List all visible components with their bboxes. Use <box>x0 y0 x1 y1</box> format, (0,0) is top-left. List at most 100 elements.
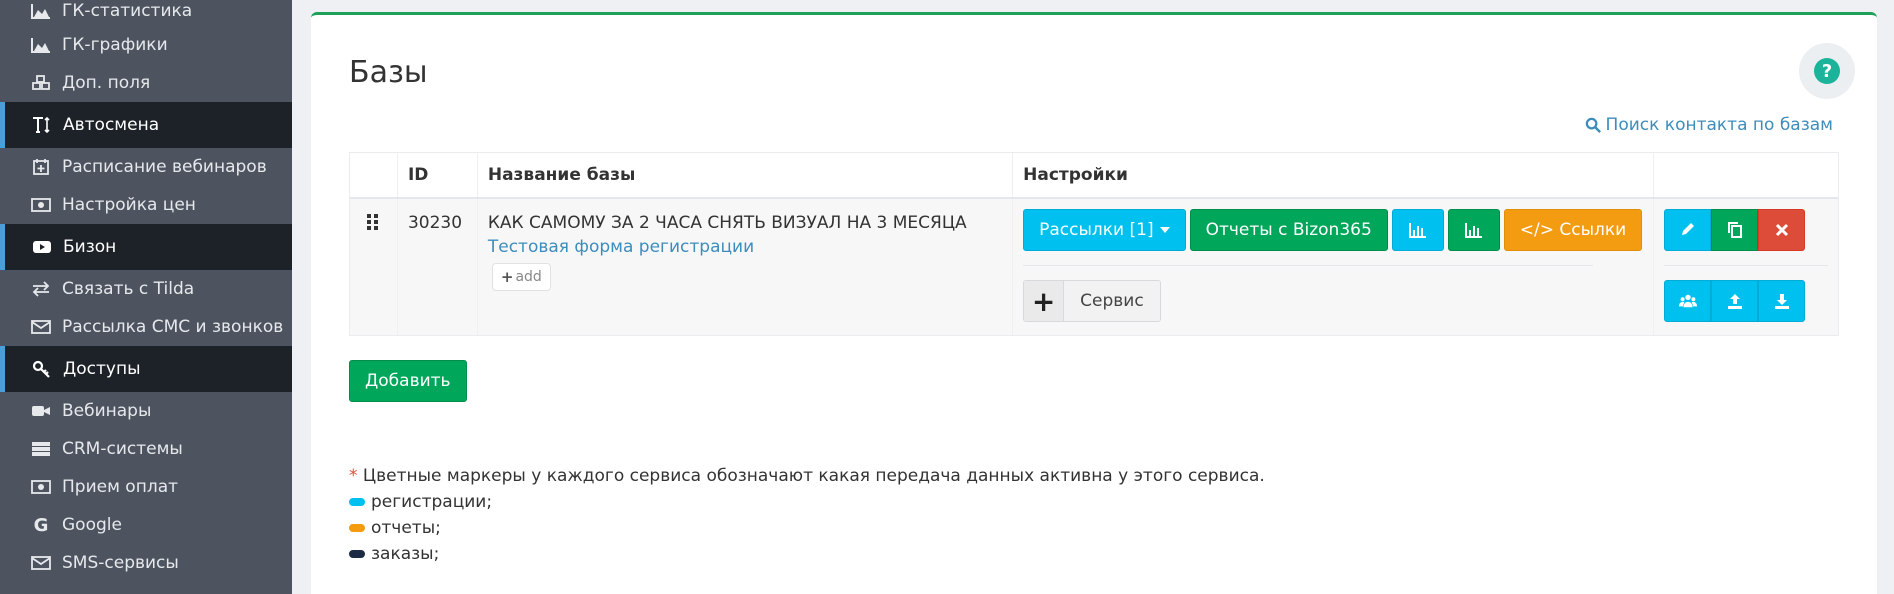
bases-card: Базы ? Поиск контакта по базам ID Назван… <box>311 12 1877 594</box>
registration-form-link[interactable]: Тестовая форма регистрации <box>488 237 1012 257</box>
header-id: ID <box>398 153 478 197</box>
sidebar-item-label: CRM-системы <box>62 439 183 459</box>
users-icon <box>1678 294 1697 308</box>
actions-cell <box>1654 199 1838 335</box>
copy-button[interactable] <box>1711 209 1759 251</box>
sidebar-item-label: Вебинары <box>62 401 152 421</box>
sidebar-item-google[interactable]: G Google <box>0 506 292 544</box>
sidebar-item-label: Настройка цен <box>62 195 196 215</box>
google-icon: G <box>33 514 49 536</box>
download-button[interactable] <box>1758 280 1806 322</box>
key-icon <box>31 359 53 379</box>
sidebar-item-crm[interactable]: CRM-системы <box>0 430 292 468</box>
required-star: * <box>349 466 358 486</box>
sidebar-item-price-settings[interactable]: Настройка цен <box>0 186 292 224</box>
drag-dots-icon <box>367 214 378 230</box>
notes-text-row: * Цветные маркеры у каждого сервиса обоз… <box>349 463 1265 489</box>
legend-label: заказы; <box>371 544 440 564</box>
sidebar-section-label: Автосмена <box>63 115 160 135</box>
sidebar-item-label: Google <box>62 515 122 535</box>
divider <box>1023 265 1594 266</box>
sidebar-item-webinars[interactable]: Вебинары <box>0 392 292 430</box>
sidebar-item-label: Прием оплат <box>62 477 179 497</box>
sidebar-item-label: Рассылка СМС и звонков <box>62 317 284 337</box>
sidebar-section-bizon[interactable]: Бизон <box>0 224 292 270</box>
area-chart-icon <box>30 2 52 20</box>
plus-icon: + <box>500 268 514 286</box>
youtube-play-icon <box>31 237 53 257</box>
legend-reports: отчеты; <box>349 515 1265 541</box>
header-actions <box>1654 153 1838 197</box>
add-service-button[interactable]: + Сервис <box>1023 280 1161 322</box>
sidebar-item-tilda[interactable]: Связать с Tilda <box>0 270 292 308</box>
help-button[interactable]: ? <box>1799 43 1855 99</box>
download-icon <box>1774 294 1789 309</box>
notes: * Цветные маркеры у каждого сервиса обоз… <box>349 463 1265 567</box>
mailings-dropdown-button[interactable]: Рассылки [1] <box>1023 209 1186 251</box>
sidebar-item-webinar-schedule[interactable]: Расписание вебинаров <box>0 148 292 186</box>
bases-table: ID Название базы Настройки 30230 КАК САМ… <box>349 152 1839 336</box>
text-height-icon <box>31 115 53 135</box>
sidebar-item-gk-stats[interactable]: ГК-статистика <box>0 0 292 26</box>
sidebar-section-label: Бизон <box>63 237 117 257</box>
stats-green-button[interactable] <box>1447 209 1500 251</box>
pencil-icon <box>1681 223 1694 235</box>
sidebar-item-label: Доп. поля <box>62 73 151 93</box>
legend-label: отчеты; <box>371 518 441 538</box>
question-icon: ? <box>1814 58 1840 84</box>
base-name-cell: КАК САМОМУ ЗА 2 ЧАСА СНЯТЬ ВИЗУАЛ НА 3 М… <box>478 199 1014 335</box>
settings-cell: Рассылки [1] Отчеты с Bizon365 </> Ссылк… <box>1013 199 1655 335</box>
table-header: ID Название базы Настройки <box>350 153 1838 199</box>
sidebar-item-gk-graphs[interactable]: ГК-графики <box>0 26 292 64</box>
header-name: Название базы <box>478 153 1014 197</box>
legend-marker <box>349 498 365 506</box>
upload-button[interactable] <box>1711 280 1759 322</box>
money-icon <box>30 478 52 496</box>
exchange-icon <box>30 280 52 298</box>
users-button[interactable] <box>1664 280 1712 322</box>
reports-bizon-button[interactable]: Отчеты с Bizon365 <box>1189 209 1388 251</box>
video-camera-icon <box>30 402 52 420</box>
drag-handle[interactable] <box>350 199 398 335</box>
money-icon <box>30 196 52 214</box>
table-row: 30230 КАК САМОМУ ЗА 2 ЧАСА СНЯТЬ ВИЗУАЛ … <box>350 199 1838 335</box>
add-base-button[interactable]: Добавить <box>349 360 467 402</box>
calendar-plus-icon <box>30 158 52 176</box>
bar-chart-icon <box>1464 223 1482 238</box>
links-button[interactable]: </> Ссылки <box>1503 209 1643 251</box>
stats-blue-button[interactable] <box>1391 209 1444 251</box>
search-contact-link[interactable]: Поиск контакта по базам <box>1585 115 1833 135</box>
divider <box>1664 265 1829 266</box>
sidebar-item-sms-services[interactable]: SMS-сервисы <box>0 544 292 582</box>
add-tag-label: add <box>515 269 542 285</box>
sidebar-item-label: SMS-сервисы <box>62 553 179 573</box>
notes-text: Цветные маркеры у каждого сервиса обозна… <box>362 466 1265 486</box>
sidebar: ГК-статистика ГК-графики Доп. поля Автос… <box>0 0 292 594</box>
edit-actions-group <box>1664 209 1838 251</box>
sidebar-section-autosmena[interactable]: Автосмена <box>0 102 292 148</box>
service-label: Сервис <box>1064 281 1160 321</box>
envelope-icon <box>30 554 52 572</box>
add-tag-button[interactable]: + add <box>491 263 551 291</box>
search-contact-label: Поиск контакта по базам <box>1605 115 1833 135</box>
close-icon <box>1775 223 1788 237</box>
bar-chart-icon <box>1408 223 1426 238</box>
sidebar-item-payments[interactable]: Прием оплат <box>0 468 292 506</box>
delete-button[interactable] <box>1758 209 1806 251</box>
plus-icon: + <box>1024 281 1065 321</box>
base-id: 30230 <box>398 199 478 335</box>
server-icon <box>30 440 52 458</box>
sidebar-item-sms-calls[interactable]: Рассылка СМС и звонков <box>0 308 292 346</box>
caret-down-icon <box>1159 227 1170 233</box>
legend-registrations: регистрации; <box>349 489 1265 515</box>
legend-orders: заказы; <box>349 541 1265 567</box>
sidebar-item-extra-fields[interactable]: Доп. поля <box>0 64 292 102</box>
edit-button[interactable] <box>1664 209 1712 251</box>
sidebar-section-access[interactable]: Доступы <box>0 346 292 392</box>
page-title: Базы <box>349 55 428 90</box>
sidebar-section-label: Доступы <box>63 359 141 379</box>
envelope-icon <box>30 318 52 336</box>
upload-icon <box>1727 294 1742 309</box>
sidebar-item-label: ГК-графики <box>62 35 168 55</box>
sidebar-item-label: Расписание вебинаров <box>62 157 267 177</box>
